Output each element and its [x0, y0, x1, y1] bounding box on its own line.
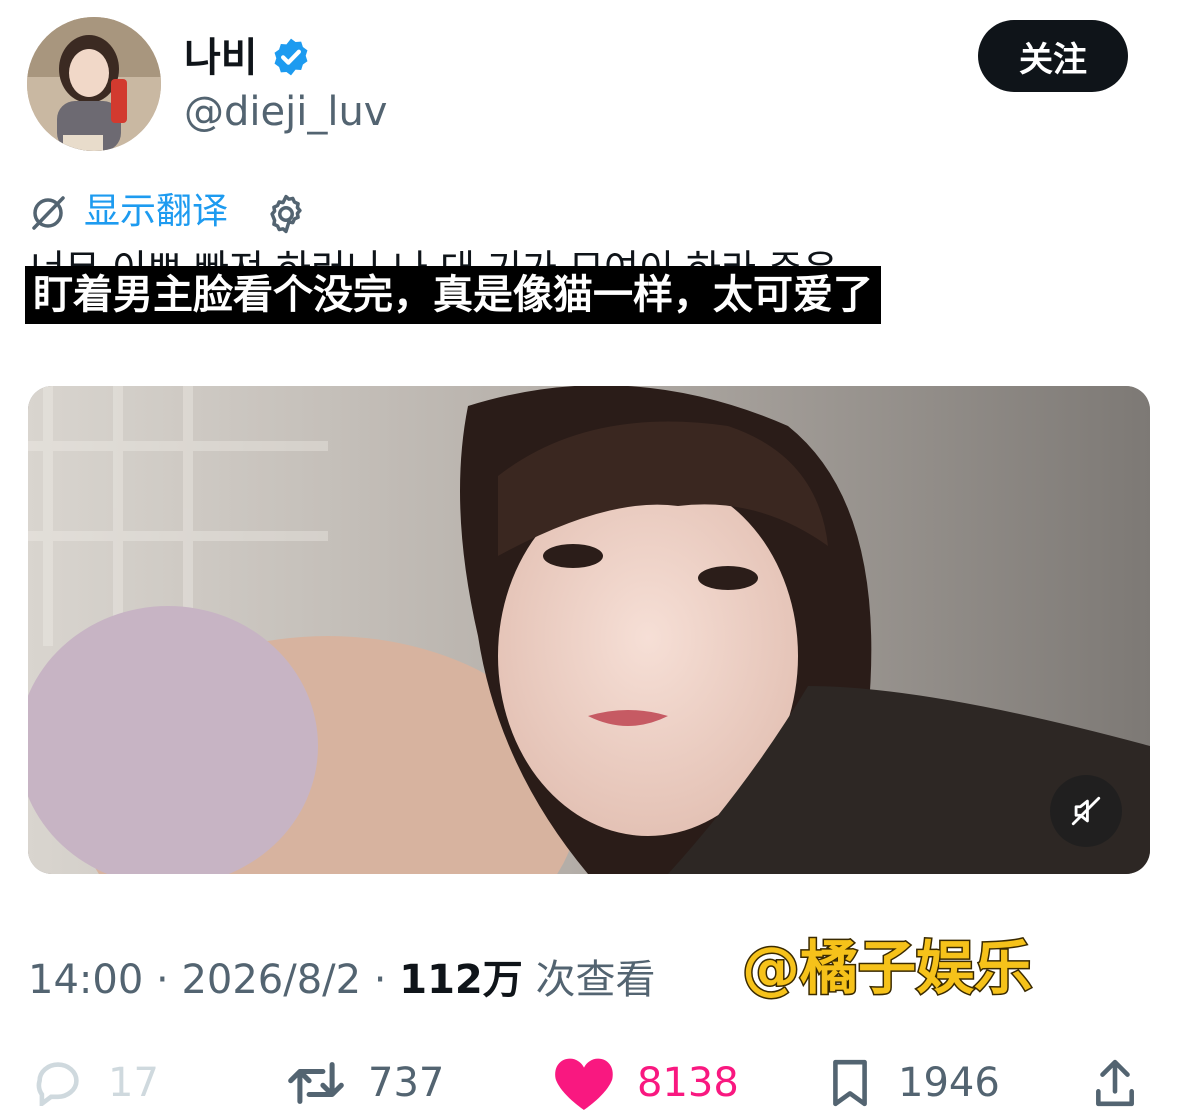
heart-icon — [555, 1058, 613, 1110]
views-label: 次查看 — [522, 957, 656, 1003]
view-count: 112万 — [399, 957, 523, 1003]
repost-count: 737 — [368, 1060, 445, 1106]
like-count: 8138 — [637, 1060, 739, 1106]
bookmark-icon — [833, 1059, 867, 1107]
share-icon — [1096, 1059, 1134, 1107]
reply-button[interactable]: 17 — [30, 1058, 159, 1108]
meta-separator: · — [143, 957, 182, 1003]
meta-separator: · — [361, 957, 400, 1003]
avatar[interactable] — [27, 17, 161, 151]
translate-icon[interactable] — [28, 193, 68, 233]
bookmark-count: 1946 — [898, 1060, 1000, 1106]
follow-button[interactable]: 关注 — [978, 20, 1128, 92]
mute-button[interactable] — [1050, 775, 1122, 847]
reply-count: 17 — [108, 1060, 159, 1106]
verified-badge-icon — [274, 38, 308, 76]
watermark: @橘子娱乐 — [740, 933, 1033, 1004]
share-button[interactable] — [1092, 1058, 1160, 1108]
tweet-time[interactable]: 14:00 — [28, 957, 143, 1003]
video-player[interactable] — [28, 386, 1150, 874]
bookmark-button[interactable]: 1946 — [824, 1058, 1000, 1108]
show-translation-link[interactable]: 显示翻译 — [84, 190, 228, 234]
tweet-meta: 14:00 · 2026/8/2 · 112万 次查看 — [28, 954, 655, 1006]
user-handle[interactable]: @dieji_luv — [184, 88, 387, 136]
display-name[interactable]: 나비 — [184, 34, 258, 82]
reply-icon — [36, 1062, 79, 1106]
repost-button[interactable]: 737 — [286, 1058, 444, 1108]
repost-icon — [288, 1062, 344, 1104]
like-button[interactable]: 8138 — [553, 1058, 739, 1110]
subtitle-overlay: 盯着男主脸看个没完，真是像猫一样，太可爱了 — [25, 266, 881, 324]
tweet-date[interactable]: 2026/8/2 — [181, 957, 361, 1003]
muted-speaker-icon — [1071, 796, 1101, 826]
gear-icon[interactable] — [264, 192, 308, 236]
